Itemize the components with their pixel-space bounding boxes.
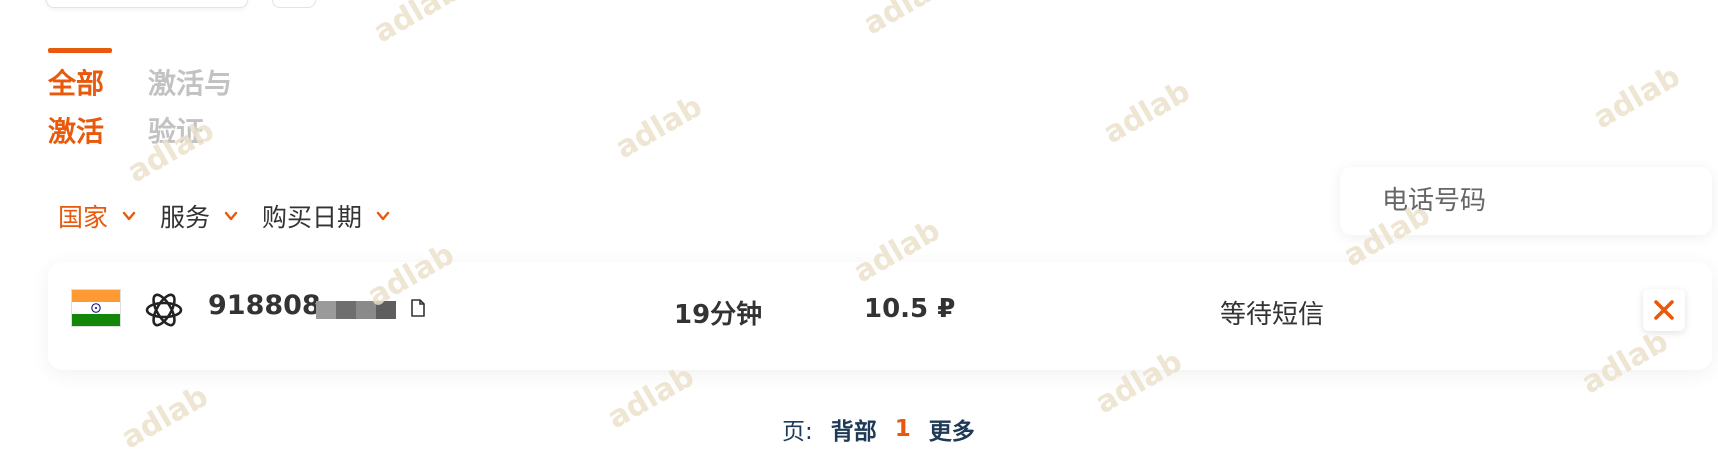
watermark: adlab [601,358,701,437]
order-price: 10.5 ₽ [864,294,956,324]
pagination-more[interactable]: 更多 [929,412,975,446]
purchase-date-filter[interactable]: 购买日期 [262,198,392,234]
watermark: adlab [115,378,215,457]
tab-activation-verification[interactable]: 激活与验证 [148,60,258,156]
watermark: adlab [1097,73,1197,152]
phone-search-input[interactable] [1340,167,1712,235]
pagination: 页: 背部 1 更多 [782,412,975,446]
country-filter-label: 国家 [58,203,109,232]
masked-digits [316,301,396,319]
top-dropdown[interactable] [46,0,248,8]
order-status: 等待短信 [1220,300,1325,330]
chevron-down-icon [122,211,136,221]
chevron-down-icon [376,211,390,221]
copy-icon[interactable] [410,298,426,318]
watermark: adlab [367,0,467,51]
watermark: adlab [1587,58,1687,137]
order-row: 918808 19分钟 10.5 ₽ 等待短信 [48,262,1712,370]
pagination-label: 页: [782,419,813,445]
watermark: adlab [857,0,957,43]
filter-bar: 国家 服务 购买日期 [58,198,392,234]
tab-active-indicator [48,48,112,53]
country-filter[interactable]: 国家 [58,198,138,234]
pagination-current-page[interactable]: 1 [895,416,911,442]
top-button[interactable] [272,0,316,8]
rental-duration: 19分钟 [674,300,763,330]
india-flag-icon [72,290,120,326]
phone-number: 918808 [208,290,321,321]
service-filter-label: 服务 [160,203,211,232]
tab-all-activations[interactable]: 全部激活 [48,60,118,156]
pagination-back[interactable]: 背部 [831,412,877,446]
chevron-down-icon [224,211,238,221]
openai-icon [145,293,183,327]
purchase-date-filter-label: 购买日期 [262,203,363,232]
close-icon [1654,300,1674,320]
watermark: adlab [609,88,709,167]
service-filter[interactable]: 服务 [160,198,240,234]
cancel-order-button[interactable] [1643,289,1685,331]
